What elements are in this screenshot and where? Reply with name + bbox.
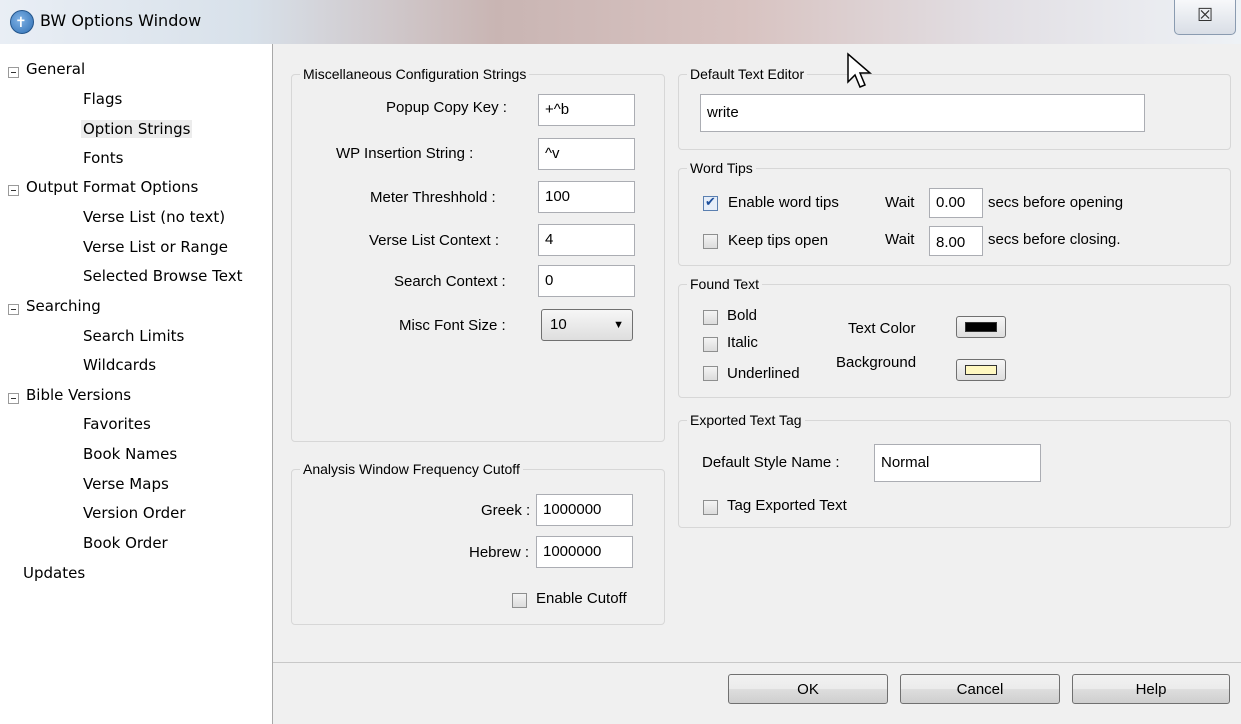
tree-item-wildcards[interactable]: Wildcards (83, 356, 156, 374)
found-text-title: Found Text (687, 276, 763, 292)
tree-item-selected-browse-text[interactable]: Selected Browse Text (83, 267, 243, 285)
close-icon: ☒ (1197, 5, 1214, 25)
misc-font-size-select[interactable]: 10 ▼ (541, 309, 633, 341)
chevron-down-icon: ▼ (613, 319, 624, 331)
keep-tips-open-label[interactable]: Keep tips open (728, 232, 828, 249)
greek-cutoff-input[interactable]: 1000000 (536, 494, 633, 526)
mouse-cursor-icon (847, 52, 873, 88)
tree-item-search-limits[interactable]: Search Limits (83, 327, 184, 345)
tree-item-favorites[interactable]: Favorites (83, 415, 151, 433)
wp-insertion-label: WP Insertion String : (336, 145, 474, 162)
tree-item-verse-list-no-text[interactable]: Verse List (no text) (83, 208, 225, 226)
verse-list-context-input[interactable]: 4 (538, 224, 635, 256)
italic-checkbox[interactable] (703, 337, 718, 352)
tree-item-version-order[interactable]: Version Order (83, 504, 186, 522)
tree-item-book-order[interactable]: Book Order (83, 534, 168, 552)
collapse-searching-toggle-icon[interactable] (8, 304, 19, 315)
hebrew-cutoff-input[interactable]: 1000000 (536, 536, 633, 568)
window-title: BW Options Window (40, 11, 202, 30)
underlined-checkbox[interactable] (703, 366, 718, 381)
wp-insertion-input[interactable]: ^v (538, 138, 635, 170)
cancel-button[interactable]: Cancel (900, 674, 1060, 704)
options-tree: General Flags Option Strings Fonts Outpu… (0, 44, 273, 724)
collapse-general-toggle-icon[interactable] (8, 67, 19, 78)
default-style-input[interactable]: Normal (874, 444, 1041, 482)
exported-text-title: Exported Text Tag (687, 412, 805, 428)
tree-item-fonts[interactable]: Fonts (83, 149, 123, 167)
word-tips-title: Word Tips (687, 160, 756, 176)
popup-copy-key-input[interactable]: +^b (538, 94, 635, 126)
tag-exported-text-label[interactable]: Tag Exported Text (727, 497, 847, 514)
collapse-bible-versions-toggle-icon[interactable] (8, 393, 19, 404)
open-wait-input[interactable]: 0.00 (929, 188, 983, 218)
text-color-label: Text Color (848, 320, 916, 337)
options-panel: Miscellaneous Configuration Strings Popu… (273, 44, 1241, 724)
background-color-swatch (965, 365, 997, 375)
bold-checkbox[interactable] (703, 310, 718, 325)
tag-exported-text-checkbox[interactable] (703, 500, 718, 515)
background-color-button[interactable] (956, 359, 1006, 381)
analysis-cutoff-title: Analysis Window Frequency Cutoff (300, 461, 523, 477)
meter-threshhold-input[interactable]: 100 (538, 181, 635, 213)
open-wait-suffix: secs before opening (988, 194, 1124, 211)
close-wait-input[interactable]: 8.00 (929, 226, 983, 256)
popup-copy-key-label: Popup Copy Key : (386, 99, 507, 116)
tree-item-output-format-options[interactable]: Output Format Options (26, 178, 198, 196)
help-button[interactable]: Help (1072, 674, 1230, 704)
enable-cutoff-checkbox[interactable] (512, 593, 527, 608)
hebrew-label: Hebrew : (469, 544, 530, 561)
greek-label: Greek : (481, 502, 531, 519)
default-editor-input[interactable]: write (700, 94, 1145, 132)
bible-windows-app-icon[interactable]: ✝ (10, 10, 34, 34)
enable-word-tips-label[interactable]: Enable word tips (728, 194, 839, 211)
enable-cutoff-label[interactable]: Enable Cutoff (536, 590, 627, 607)
tree-item-book-names[interactable]: Book Names (83, 445, 177, 463)
misc-config-group: Miscellaneous Configuration Strings (291, 66, 665, 442)
default-style-label: Default Style Name : (702, 454, 840, 471)
tree-item-verse-list-or-range[interactable]: Verse List or Range (83, 238, 228, 256)
search-context-label: Search Context : (394, 273, 506, 290)
close-wait-label: Wait (885, 231, 915, 248)
tree-item-general[interactable]: General (26, 60, 85, 78)
tree-item-updates[interactable]: Updates (23, 564, 85, 582)
search-context-input[interactable]: 0 (538, 265, 635, 297)
meter-threshhold-label: Meter Threshhold : (370, 189, 496, 206)
collapse-output-toggle-icon[interactable] (8, 185, 19, 196)
ok-button[interactable]: OK (728, 674, 888, 704)
bold-label[interactable]: Bold (727, 307, 757, 324)
keep-tips-open-checkbox[interactable] (703, 234, 718, 249)
misc-font-size-value: 10 (550, 316, 567, 333)
underlined-label[interactable]: Underlined (727, 365, 800, 382)
verse-list-context-label: Verse List Context : (369, 232, 500, 249)
open-wait-label: Wait (885, 194, 915, 211)
misc-config-title: Miscellaneous Configuration Strings (300, 66, 530, 82)
misc-font-size-label: Misc Font Size : (399, 317, 506, 334)
bottom-divider (273, 662, 1241, 663)
default-editor-title: Default Text Editor (687, 66, 808, 82)
close-wait-suffix: secs before closing. (988, 231, 1121, 248)
background-label: Background (836, 354, 917, 371)
tree-item-verse-maps[interactable]: Verse Maps (83, 475, 169, 493)
enable-word-tips-checkbox[interactable] (703, 194, 718, 211)
text-color-button[interactable] (956, 316, 1006, 338)
text-color-swatch (965, 322, 997, 332)
tree-item-searching[interactable]: Searching (26, 297, 101, 315)
tree-item-option-strings[interactable]: Option Strings (81, 120, 193, 138)
close-button[interactable]: ☒ (1174, 0, 1236, 35)
italic-label[interactable]: Italic (727, 334, 758, 351)
tree-item-bible-versions[interactable]: Bible Versions (26, 386, 131, 404)
tree-item-flags[interactable]: Flags (83, 90, 122, 108)
